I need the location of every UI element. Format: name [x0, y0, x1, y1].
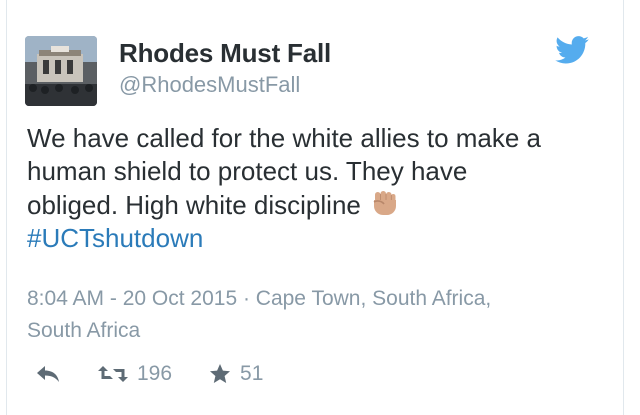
retweet-button[interactable]: 196 [97, 362, 172, 386]
hashtag-link[interactable]: #UCTshutdown [27, 222, 617, 255]
location-continued[interactable]: South Africa [27, 315, 617, 347]
favorite-count: 51 [240, 362, 264, 385]
tweet-text-line: human shield to protect us. They have [27, 156, 468, 186]
twitter-bird-icon[interactable] [555, 36, 589, 64]
retweet-count: 196 [137, 362, 173, 385]
tweet-card: Rhodes Must Fall @RhodesMustFall We have… [6, 0, 624, 415]
timestamp-location[interactable]: 8:04 AM - 20 Oct 2015 · Cape Town, South… [27, 283, 617, 315]
reply-icon [35, 364, 61, 384]
star-icon [208, 363, 232, 385]
tweet-text-line: We have called for the white allies to m… [27, 123, 542, 153]
raised-fist-icon [369, 188, 399, 218]
avatar[interactable] [25, 36, 97, 106]
reply-button[interactable] [35, 364, 61, 384]
tweet-text-line: obliged. High white discipline [27, 188, 617, 222]
tweet-actions: 196 51 [35, 362, 263, 386]
favorite-button[interactable]: 51 [208, 362, 263, 386]
author-name[interactable]: Rhodes Must Fall [119, 38, 331, 69]
retweet-icon [97, 364, 129, 384]
tweet-meta: 8:04 AM - 20 Oct 2015 · Cape Town, South… [27, 283, 617, 347]
tweet-text-segment: obliged. High white discipline [27, 190, 361, 220]
author-handle[interactable]: @RhodesMustFall [119, 72, 300, 98]
tweet-text: We have called for the white allies to m… [27, 122, 617, 255]
